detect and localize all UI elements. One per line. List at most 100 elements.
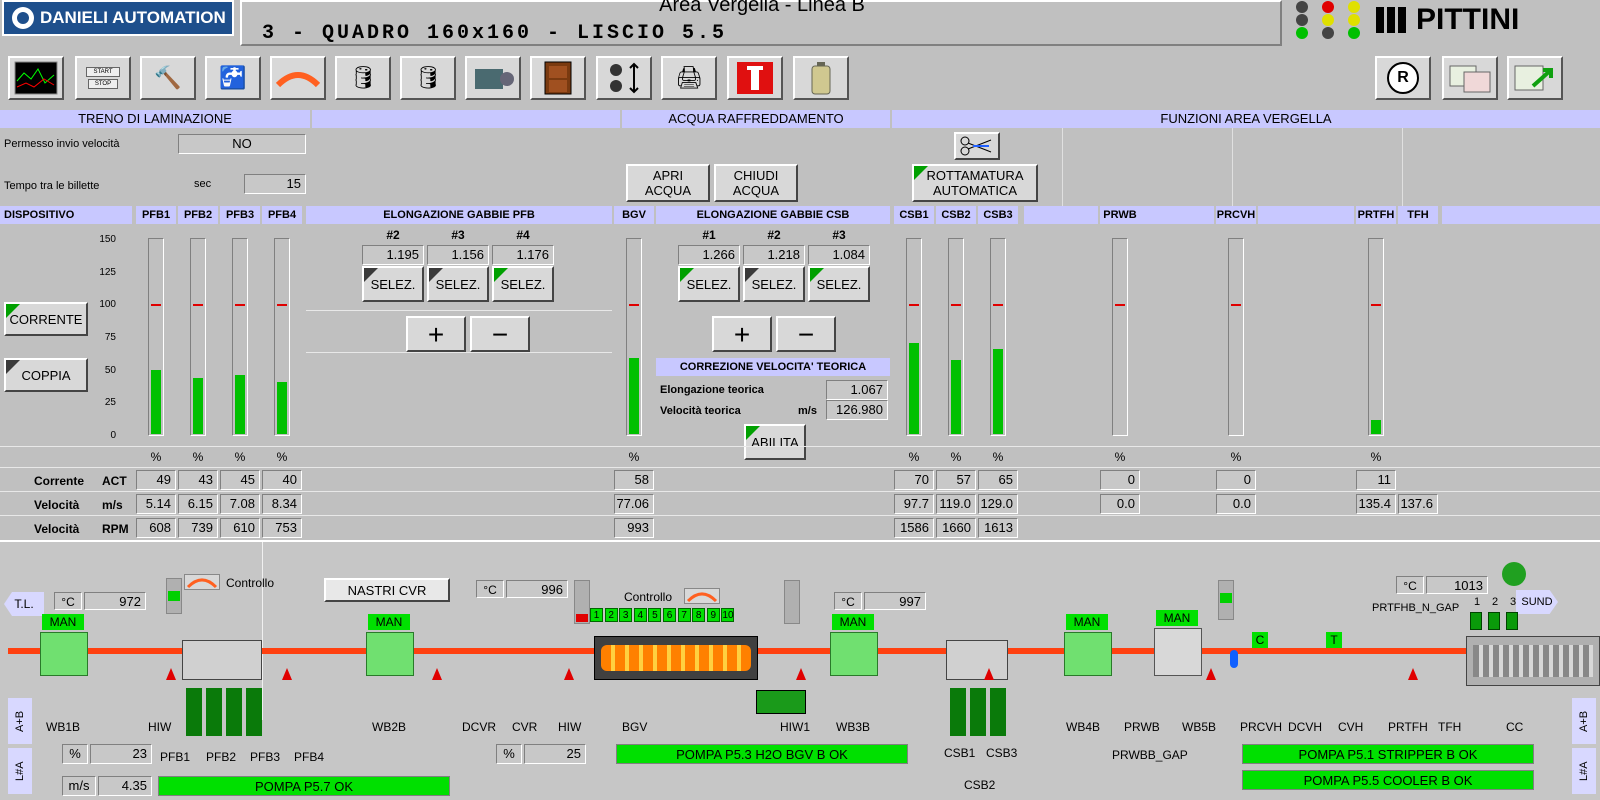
- oil-can-button[interactable]: 🛢: [335, 56, 391, 100]
- apri-acqua-button[interactable]: APRI ACQUA: [626, 164, 710, 202]
- hiw1-unit[interactable]: [756, 690, 806, 714]
- pct-label: %: [1230, 450, 1242, 464]
- cell-bgv: 77.06: [614, 494, 654, 514]
- rottamatura-button[interactable]: ROTTAMATURA AUTOMATICA: [912, 164, 1038, 202]
- csb-selez-button[interactable]: SELEZ.: [808, 266, 870, 302]
- cell-pfb3: 610: [220, 518, 260, 538]
- cc-block[interactable]: [1466, 636, 1600, 686]
- pfb-plus-button[interactable]: +: [406, 316, 466, 352]
- bar-fill-csb1: [909, 342, 919, 434]
- pfb-elong-value: 1.176: [492, 245, 554, 265]
- lha-nav-left[interactable]: L#A: [8, 748, 32, 794]
- battery-button[interactable]: [793, 56, 849, 100]
- csb-elong-value: 1.266: [678, 245, 740, 265]
- man-wb4b[interactable]: MAN: [1066, 614, 1108, 630]
- toggle-indicator-icon: [745, 268, 759, 282]
- wb2b-unit[interactable]: [366, 632, 414, 676]
- trend-icon: [14, 61, 58, 95]
- man-wb3b[interactable]: MAN: [832, 614, 874, 630]
- pfb-minus-button[interactable]: −: [470, 316, 530, 352]
- water-tap-button[interactable]: 🚰: [205, 56, 261, 100]
- pfb-stands[interactable]: [182, 640, 262, 680]
- door-button[interactable]: [530, 56, 586, 100]
- pct-label: %: [908, 450, 920, 464]
- sund-nav-button[interactable]: SUND: [1516, 590, 1558, 614]
- ab-nav-right[interactable]: A+B: [1572, 698, 1596, 744]
- wb5b-unit[interactable]: [1154, 628, 1202, 676]
- oil-can-2-button[interactable]: 🛢: [400, 56, 456, 100]
- process-label: PRTFH: [1388, 720, 1428, 734]
- pct-label: %: [1114, 450, 1126, 464]
- cell-prwb: 0: [1100, 470, 1140, 490]
- pfb-selez-button[interactable]: SELEZ.: [362, 266, 424, 302]
- vel-teorica-label: Velocità teorica: [660, 405, 741, 417]
- coppia-button[interactable]: COPPIA: [4, 358, 88, 392]
- csb-stands[interactable]: [946, 640, 1008, 680]
- screens-button[interactable]: [1442, 56, 1498, 100]
- csb-selez-button[interactable]: SELEZ.: [743, 266, 805, 302]
- bar-limit-line: [993, 304, 1003, 307]
- process-label: CSB2: [964, 778, 996, 792]
- wb1b-unit[interactable]: [40, 632, 88, 676]
- bar-limit-line: [909, 304, 919, 307]
- tl-nav-button[interactable]: T.L.: [4, 592, 44, 616]
- motor-button[interactable]: [465, 56, 521, 100]
- bar-limit-line: [629, 304, 639, 307]
- row-unit: m/s: [102, 498, 123, 512]
- cell-pfb1: 608: [136, 518, 176, 538]
- col-header-csb2: CSB2: [936, 206, 976, 224]
- process-label: PRCVH: [1240, 720, 1283, 734]
- lha-nav-right[interactable]: L#A: [1572, 748, 1596, 794]
- tools-button[interactable]: 🔨: [140, 56, 196, 100]
- pfb-stand-num: #4: [516, 228, 530, 242]
- man-wb2b[interactable]: MAN: [368, 614, 410, 630]
- pump-p55-status: POMPA P5.5 COOLER B OK: [1242, 770, 1534, 790]
- printer-button[interactable]: 🖨: [661, 56, 717, 100]
- abilita-button[interactable]: ABILITA: [744, 424, 806, 460]
- section-acqua: ACQUA RAFFREDDAMENTO: [622, 110, 890, 128]
- scale-tick: 125: [99, 266, 116, 278]
- ab-nav-left[interactable]: A+B: [8, 698, 32, 744]
- nastri-cvr-button[interactable]: NASTRI CVR: [324, 578, 450, 602]
- wb3b-unit[interactable]: [830, 632, 878, 676]
- shear-button[interactable]: [954, 132, 1000, 160]
- pct-label: %: [276, 450, 288, 464]
- fire-extinguisher-button[interactable]: [727, 56, 783, 100]
- start-stop-button[interactable]: START STOP: [75, 56, 131, 100]
- csb-selez-button[interactable]: SELEZ.: [678, 266, 740, 302]
- reset-button[interactable]: R: [1375, 56, 1431, 100]
- pfb-divider-2: [306, 352, 612, 353]
- pfb-selez-button[interactable]: SELEZ.: [492, 266, 554, 302]
- hot-bar-button[interactable]: [270, 56, 326, 100]
- cell-csb3: 65: [978, 470, 1018, 490]
- bgv-box: 8: [692, 608, 706, 622]
- cell-pfb3: 45: [220, 470, 260, 490]
- pct-value-1: 23: [90, 744, 152, 764]
- cell-prcvh: 0: [1216, 470, 1256, 490]
- chiudi-acqua-button[interactable]: CHIUDI ACQUA: [714, 164, 798, 202]
- exit-button[interactable]: [1507, 56, 1563, 100]
- logo-text: DANIELI AUTOMATION: [40, 8, 226, 27]
- prtfhb-gap-label: PRTFHB_N_GAP: [1372, 602, 1460, 614]
- selector-button[interactable]: [596, 56, 652, 100]
- man-wb1b[interactable]: MAN: [42, 614, 84, 630]
- funz-divider-2: [1232, 128, 1233, 206]
- bgv-block[interactable]: [594, 636, 758, 680]
- pfb-elong-value: 1.195: [362, 245, 424, 265]
- bgv-box: 2: [604, 608, 618, 622]
- pct-label: %: [992, 450, 1004, 464]
- wb4b-unit[interactable]: [1064, 632, 1112, 676]
- bar-csb2: [948, 238, 964, 436]
- cell-pfb4: 40: [262, 470, 302, 490]
- pfb-selez-button[interactable]: SELEZ.: [427, 266, 489, 302]
- process-label: PFB1: [160, 750, 191, 764]
- bar-fill-pfb3: [235, 375, 245, 434]
- trend-button[interactable]: [8, 56, 64, 100]
- oil-can-2-icon: 🛢: [414, 65, 442, 90]
- bar-limit-line: [951, 304, 961, 307]
- csb-minus-button[interactable]: −: [776, 316, 836, 352]
- cc-motor: [1506, 612, 1518, 630]
- corrente-button[interactable]: CORRENTE: [4, 302, 88, 336]
- man-wb5b[interactable]: MAN: [1156, 610, 1198, 626]
- csb-plus-button[interactable]: +: [712, 316, 772, 352]
